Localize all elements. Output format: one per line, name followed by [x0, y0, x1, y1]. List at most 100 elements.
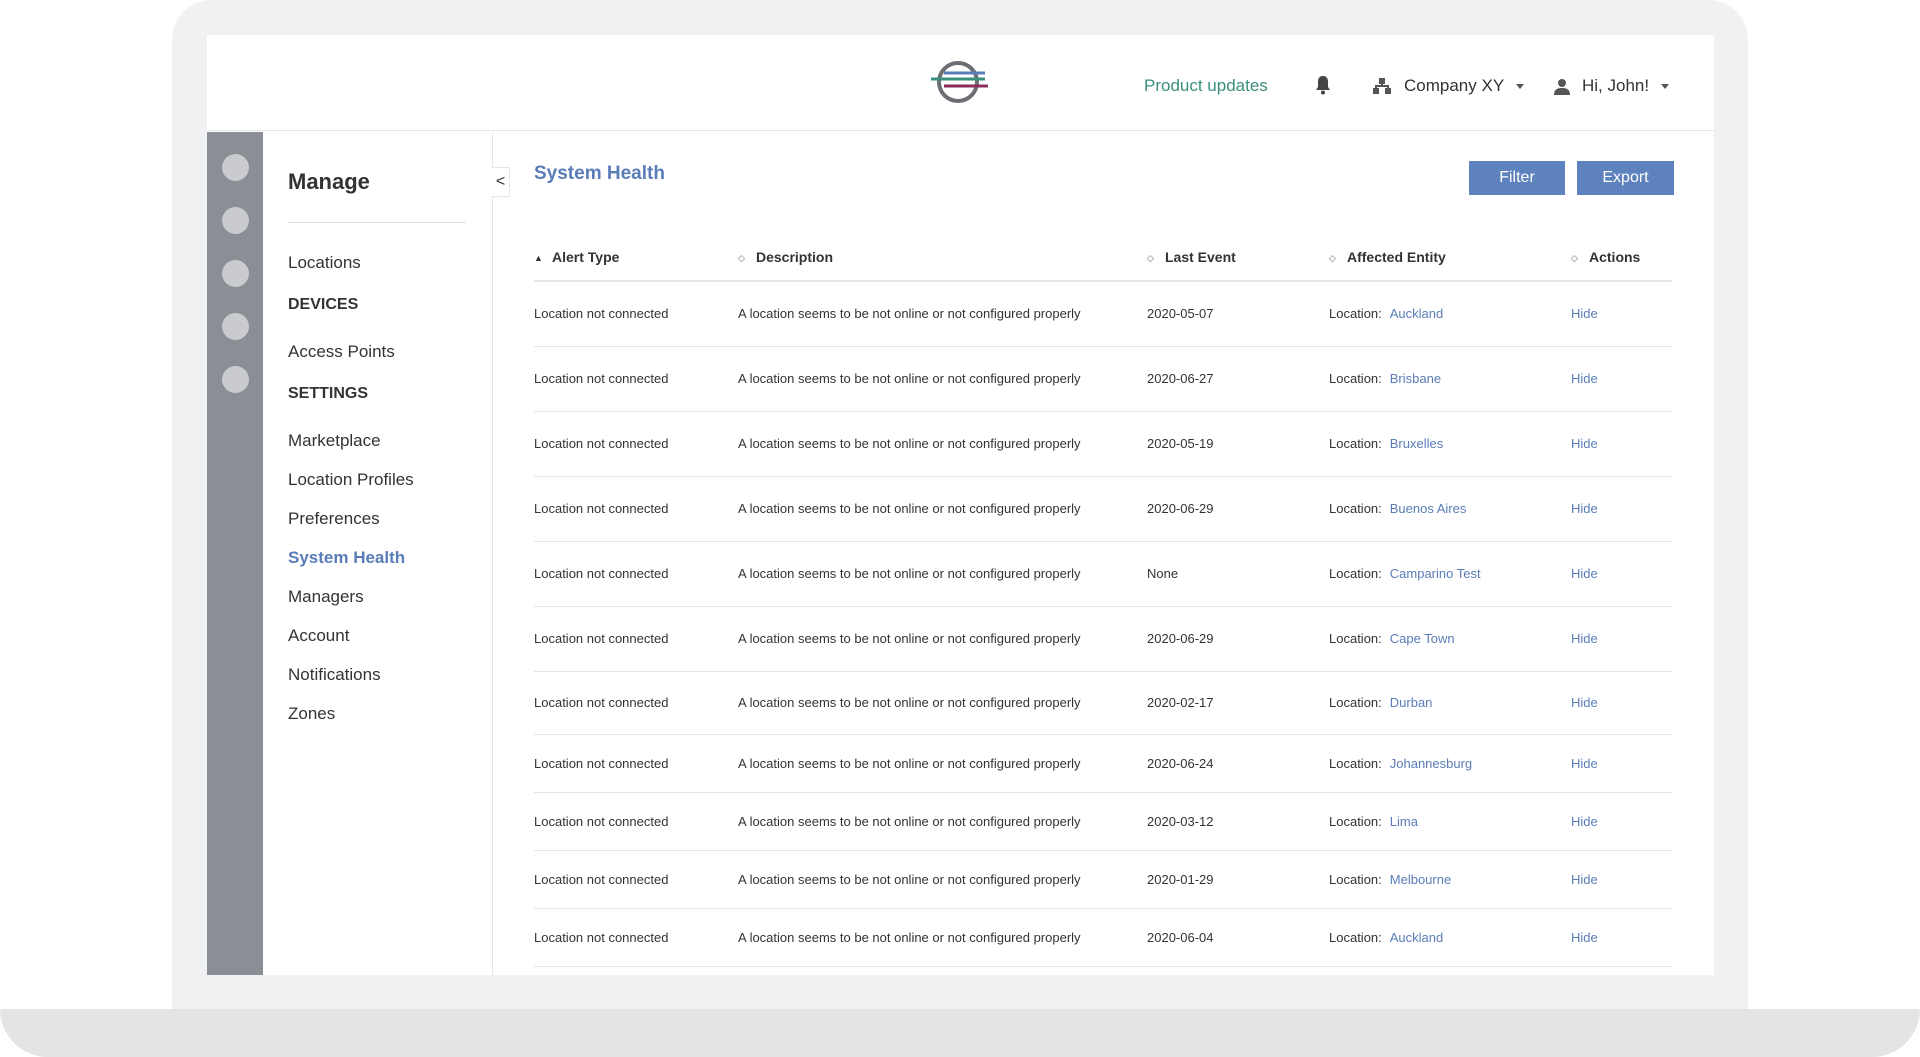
- cell-alert-type: Location not connected: [534, 734, 738, 793]
- cell-last-event: 2020-05-07: [1147, 281, 1329, 347]
- cell-actions: Hide: [1571, 908, 1672, 967]
- cell-last-event: 2020-06-27: [1147, 346, 1329, 412]
- user-icon: [1554, 78, 1570, 95]
- location-link[interactable]: Buenos Aires: [1390, 501, 1467, 516]
- column-header-description[interactable]: ◇ Description: [738, 249, 1147, 282]
- location-link[interactable]: Durban: [1390, 695, 1433, 710]
- cell-alert-type: Location not connected: [534, 908, 738, 967]
- rail-nav-dot-icon[interactable]: [222, 154, 249, 181]
- icon-rail: [207, 132, 263, 975]
- nav-item-zones[interactable]: Zones: [288, 704, 335, 724]
- nav-item-preferences[interactable]: Preferences: [288, 509, 380, 529]
- cell-alert-type: Location not connected: [534, 346, 738, 412]
- rail-nav-dot-icon[interactable]: [222, 260, 249, 287]
- app-window: Product updates Company XY Hi, John! Man…: [207, 35, 1714, 975]
- bell-icon[interactable]: [1314, 75, 1332, 95]
- rail-nav-dot-icon[interactable]: [222, 313, 249, 340]
- cell-affected-entity: Location: Melbourne: [1329, 850, 1571, 909]
- chevron-down-icon: [1516, 83, 1525, 89]
- nav-item-system-health[interactable]: System Health: [288, 548, 405, 568]
- table-row: Location not connected A location seems …: [534, 908, 1672, 967]
- column-header-actions[interactable]: ◇ Actions: [1571, 249, 1672, 282]
- cell-description: A location seems to be not online or not…: [738, 671, 1147, 735]
- location-link[interactable]: Bruxelles: [1390, 436, 1443, 451]
- location-link[interactable]: Auckland: [1390, 930, 1443, 945]
- hide-link[interactable]: Hide: [1571, 756, 1598, 771]
- nav-item-managers[interactable]: Managers: [288, 587, 364, 607]
- cell-affected-entity: Location: Buenos Aires: [1329, 476, 1571, 542]
- cell-affected-entity: Location: Durban: [1329, 671, 1571, 735]
- collapse-sidebar-button[interactable]: <: [492, 167, 510, 197]
- nav-item-locations[interactable]: Locations: [288, 253, 361, 273]
- company-selector[interactable]: Company XY: [1372, 76, 1525, 96]
- nav-item-location-profiles[interactable]: Location Profiles: [288, 470, 414, 490]
- brand-logo: [931, 61, 988, 103]
- table-row: Location not connected A location seems …: [534, 281, 1672, 347]
- location-link[interactable]: Cape Town: [1390, 631, 1455, 646]
- location-link[interactable]: Melbourne: [1390, 872, 1451, 887]
- nav-item-notifications[interactable]: Notifications: [288, 665, 381, 685]
- nav-item-access-points[interactable]: Access Points: [288, 342, 395, 362]
- cell-last-event: 2020-03-12: [1147, 792, 1329, 851]
- column-header-last-event[interactable]: ◇ Last Event: [1147, 249, 1329, 282]
- location-link[interactable]: Lima: [1390, 814, 1418, 829]
- nav-item-account[interactable]: Account: [288, 626, 349, 646]
- nav-title: Manage: [288, 169, 370, 194]
- nav-heading-settings: SETTINGS: [288, 385, 369, 402]
- user-greeting: Hi, John!: [1582, 76, 1650, 95]
- cell-actions: Hide: [1571, 281, 1672, 347]
- column-header-affected-entity[interactable]: ◇ Affected Entity: [1329, 249, 1571, 282]
- location-link[interactable]: Johannesburg: [1390, 756, 1472, 771]
- sort-ascending-icon: ▲: [534, 253, 543, 263]
- cell-description: A location seems to be not online or not…: [738, 734, 1147, 793]
- cell-last-event: 2020-06-29: [1147, 606, 1329, 672]
- location-link[interactable]: Camparino Test: [1390, 566, 1481, 581]
- cell-last-event: 2020-06-29: [1147, 476, 1329, 542]
- hide-link[interactable]: Hide: [1571, 306, 1598, 321]
- hide-link[interactable]: Hide: [1571, 695, 1598, 710]
- export-button[interactable]: Export: [1577, 161, 1674, 195]
- location-link[interactable]: Auckland: [1390, 306, 1443, 321]
- hide-link[interactable]: Hide: [1571, 631, 1598, 646]
- cell-affected-entity: Location: Johannesburg: [1329, 734, 1571, 793]
- hide-link[interactable]: Hide: [1571, 501, 1598, 516]
- hide-link[interactable]: Hide: [1571, 436, 1598, 451]
- table-row: Location not connected A location seems …: [534, 792, 1672, 851]
- hide-link[interactable]: Hide: [1571, 566, 1598, 581]
- cell-actions: Hide: [1571, 792, 1672, 851]
- table-header-row: ▲ Alert Type ◇ Description ◇ Last Event ◇ Af…: [534, 249, 1672, 282]
- hide-link[interactable]: Hide: [1571, 814, 1598, 829]
- cell-last-event: 2020-06-04: [1147, 908, 1329, 967]
- cell-affected-entity: Location: Bruxelles: [1329, 411, 1571, 477]
- cell-alert-type: Location not connected: [534, 281, 738, 347]
- table-row: Location not connected A location seems …: [534, 541, 1672, 607]
- location-link[interactable]: Brisbane: [1390, 371, 1441, 386]
- hide-link[interactable]: Hide: [1571, 371, 1598, 386]
- table-row: Location not connected A location seems …: [534, 476, 1672, 542]
- cell-actions: Hide: [1571, 606, 1672, 672]
- product-updates-link[interactable]: Product updates: [1144, 76, 1268, 96]
- location-label: Location:: [1329, 306, 1382, 322]
- hide-link[interactable]: Hide: [1571, 930, 1598, 945]
- cell-affected-entity: Location: Camparino Test: [1329, 541, 1571, 607]
- location-label: Location:: [1329, 631, 1382, 646]
- hide-link[interactable]: Hide: [1571, 872, 1598, 887]
- cell-actions: Hide: [1571, 476, 1672, 542]
- nav-item-marketplace[interactable]: Marketplace: [288, 431, 381, 451]
- rail-nav-dot-icon[interactable]: [222, 366, 249, 393]
- cell-alert-type: Location not connected: [534, 411, 738, 477]
- cell-description: A location seems to be not online or not…: [738, 606, 1147, 672]
- cell-description: A location seems to be not online or not…: [738, 281, 1147, 347]
- table-row: Location not connected A location seems …: [534, 606, 1672, 672]
- cell-description: A location seems to be not online or not…: [738, 476, 1147, 542]
- rail-nav-dot-icon[interactable]: [222, 207, 249, 234]
- cell-last-event: 2020-02-17: [1147, 671, 1329, 735]
- location-label: Location:: [1329, 871, 1382, 887]
- chevron-down-icon: [1661, 83, 1670, 89]
- column-header-alert-type[interactable]: ▲ Alert Type: [534, 249, 738, 282]
- user-menu[interactable]: Hi, John!: [1554, 76, 1670, 96]
- filter-button[interactable]: Filter: [1469, 161, 1565, 195]
- cell-description: A location seems to be not online or not…: [738, 850, 1147, 909]
- table-row: Location not connected A location seems …: [534, 411, 1672, 477]
- table-row: Location not connected A location seems …: [534, 671, 1672, 735]
